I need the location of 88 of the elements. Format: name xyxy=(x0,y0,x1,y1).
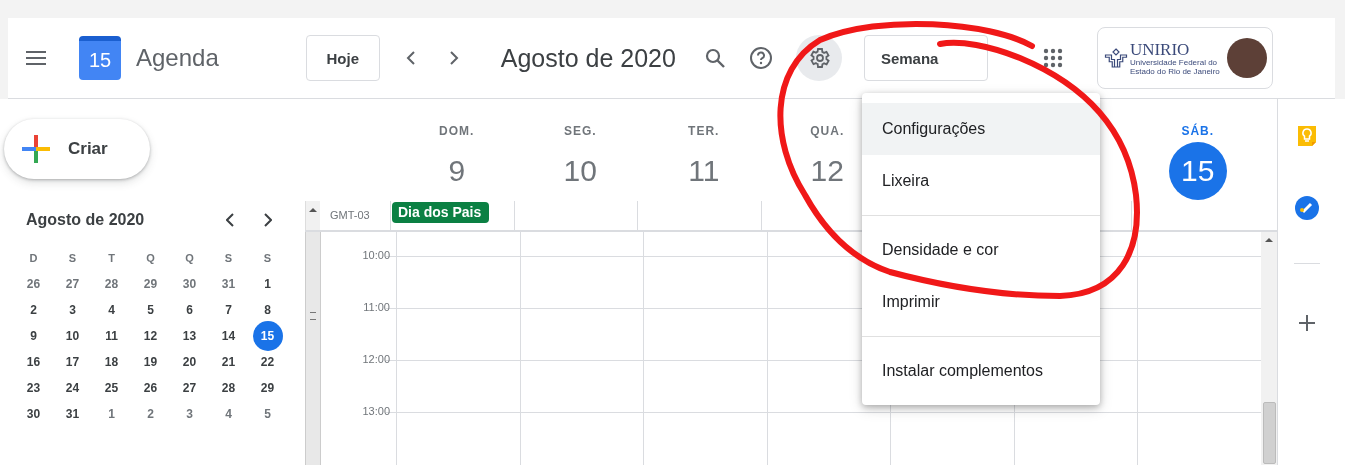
mini-calendar-day[interactable]: 11 xyxy=(97,323,126,349)
weekday-label: T xyxy=(107,251,116,266)
mini-calendar-day[interactable]: 23 xyxy=(19,375,48,401)
view-button[interactable]: Semana xyxy=(863,35,988,81)
mini-calendar-day[interactable]: 4 xyxy=(214,401,243,427)
menu-item[interactable]: Lixeira xyxy=(862,155,1100,207)
mini-calendar-day[interactable]: 8 xyxy=(253,297,282,323)
mini-calendar-day[interactable]: 29 xyxy=(136,271,165,297)
mini-calendar-day[interactable]: 1 xyxy=(253,271,282,297)
mini-calendar-day[interactable]: 15 xyxy=(252,321,283,351)
mini-calendar-day[interactable]: 4 xyxy=(97,297,126,323)
weekday-label: S xyxy=(223,251,234,266)
mini-calendar-day[interactable]: 28 xyxy=(97,271,126,297)
weekday-label: Q xyxy=(145,251,156,266)
day-number[interactable]: 11 xyxy=(674,142,733,200)
mini-calendar-day[interactable]: 29 xyxy=(253,375,282,401)
mini-calendar-day[interactable]: 25 xyxy=(97,375,126,401)
mini-calendar-day[interactable]: 26 xyxy=(19,271,48,297)
period-title: Agosto de 2020 xyxy=(500,43,676,73)
day-number[interactable]: 10 xyxy=(551,142,610,200)
mini-calendar-day[interactable]: 5 xyxy=(136,297,165,323)
mini-calendar-day[interactable]: 6 xyxy=(175,297,204,323)
weekday-label: Q xyxy=(184,251,195,266)
app-name: Agenda xyxy=(136,44,219,72)
weekday-label: QUA. xyxy=(810,124,845,138)
mini-calendar-day[interactable]: 26 xyxy=(136,375,165,401)
mini-calendar-day[interactable]: 31 xyxy=(214,271,243,297)
mini-calendar-day[interactable]: 21 xyxy=(214,349,243,375)
mini-calendar-day[interactable]: 18 xyxy=(97,349,126,375)
mini-calendar-title: Agosto de 2020 xyxy=(26,211,146,229)
organization-subtitle: Estado do Rio de Janeiro xyxy=(1129,66,1220,76)
day-number[interactable]: 15 xyxy=(1168,142,1227,200)
mini-calendar-day[interactable]: 30 xyxy=(19,401,48,427)
tasks-icon[interactable] xyxy=(1293,195,1320,221)
mini-calendar-day[interactable]: 27 xyxy=(58,271,87,297)
mini-calendar-day[interactable]: 7 xyxy=(214,297,243,323)
today-button[interactable]: Hoje xyxy=(305,35,380,81)
mini-calendar-day[interactable]: 28 xyxy=(214,375,243,401)
create-button[interactable]: Criar xyxy=(4,119,150,179)
scrollbar[interactable] xyxy=(305,232,321,465)
hour-label: 10:00 xyxy=(362,249,390,261)
avatar[interactable] xyxy=(1226,38,1267,78)
weekday-label: D xyxy=(28,251,39,266)
mini-calendar-day[interactable]: 3 xyxy=(58,297,87,323)
mini-calendar-day[interactable]: 1 xyxy=(97,401,126,427)
mini-calendar-day[interactable]: 12 xyxy=(136,323,165,349)
mini-calendar-day[interactable]: 14 xyxy=(214,323,243,349)
menu-item[interactable]: Imprimir xyxy=(862,276,1100,328)
mini-calendar-day[interactable]: 22 xyxy=(253,349,282,375)
weekday-label: SEG. xyxy=(563,124,597,138)
weekday-label: S xyxy=(262,251,273,266)
weekday-label: S xyxy=(67,251,78,266)
menu-item[interactable]: Configurações xyxy=(862,103,1100,155)
scrollbar[interactable] xyxy=(1261,232,1277,465)
menu-item[interactable]: Instalar complementos xyxy=(862,345,1100,397)
mini-calendar-day[interactable]: 16 xyxy=(19,349,48,375)
mini-calendar-day[interactable]: 17 xyxy=(58,349,87,375)
mini-calendar-day[interactable]: 2 xyxy=(19,297,48,323)
event-chip[interactable]: Dia dos Pais xyxy=(392,202,490,224)
mini-calendar-day[interactable]: 2 xyxy=(136,401,165,427)
mini-calendar-day[interactable]: 30 xyxy=(175,271,204,297)
weekday-label: DOM. xyxy=(439,124,475,138)
mini-calendar-day[interactable]: 13 xyxy=(175,323,204,349)
mini-calendar-day[interactable]: 19 xyxy=(136,349,165,375)
mini-calendar-day[interactable]: 24 xyxy=(58,375,87,401)
mini-calendar-day[interactable]: 27 xyxy=(175,375,204,401)
hour-label: 12:00 xyxy=(362,353,390,365)
mini-calendar-day[interactable]: 10 xyxy=(58,323,87,349)
hour-label: 11:00 xyxy=(363,301,390,313)
mini-calendar-day[interactable]: 31 xyxy=(58,401,87,427)
mini-calendar-day[interactable]: 3 xyxy=(175,401,204,427)
add-icon[interactable] xyxy=(1297,314,1316,332)
day-number[interactable]: 9 xyxy=(427,142,486,200)
weekday-label: TER. xyxy=(688,124,720,138)
mini-calendar-day[interactable]: 5 xyxy=(253,401,282,427)
organization-name: UNIRIO xyxy=(1129,40,1191,58)
mini-calendar-day[interactable]: 20 xyxy=(175,349,204,375)
day-number[interactable]: 12 xyxy=(798,142,857,200)
hour-label: 13:00 xyxy=(362,405,390,417)
menu-item[interactable]: Densidade e cor xyxy=(862,224,1100,276)
calendar-logo-icon: 15 xyxy=(79,36,121,80)
account-box[interactable]: UNIRIO Universidade Federal do Estado do Rio de Janeiro xyxy=(1096,27,1273,89)
scrollbar[interactable] xyxy=(305,201,320,230)
timezone-label: GMT-03 xyxy=(329,208,371,224)
mini-calendar-day[interactable]: 9 xyxy=(19,323,48,349)
organization-subtitle: Universidade Federal do xyxy=(1129,57,1219,67)
university-logo-icon xyxy=(1103,47,1128,69)
weekday-label: SÁB. xyxy=(1181,124,1215,138)
